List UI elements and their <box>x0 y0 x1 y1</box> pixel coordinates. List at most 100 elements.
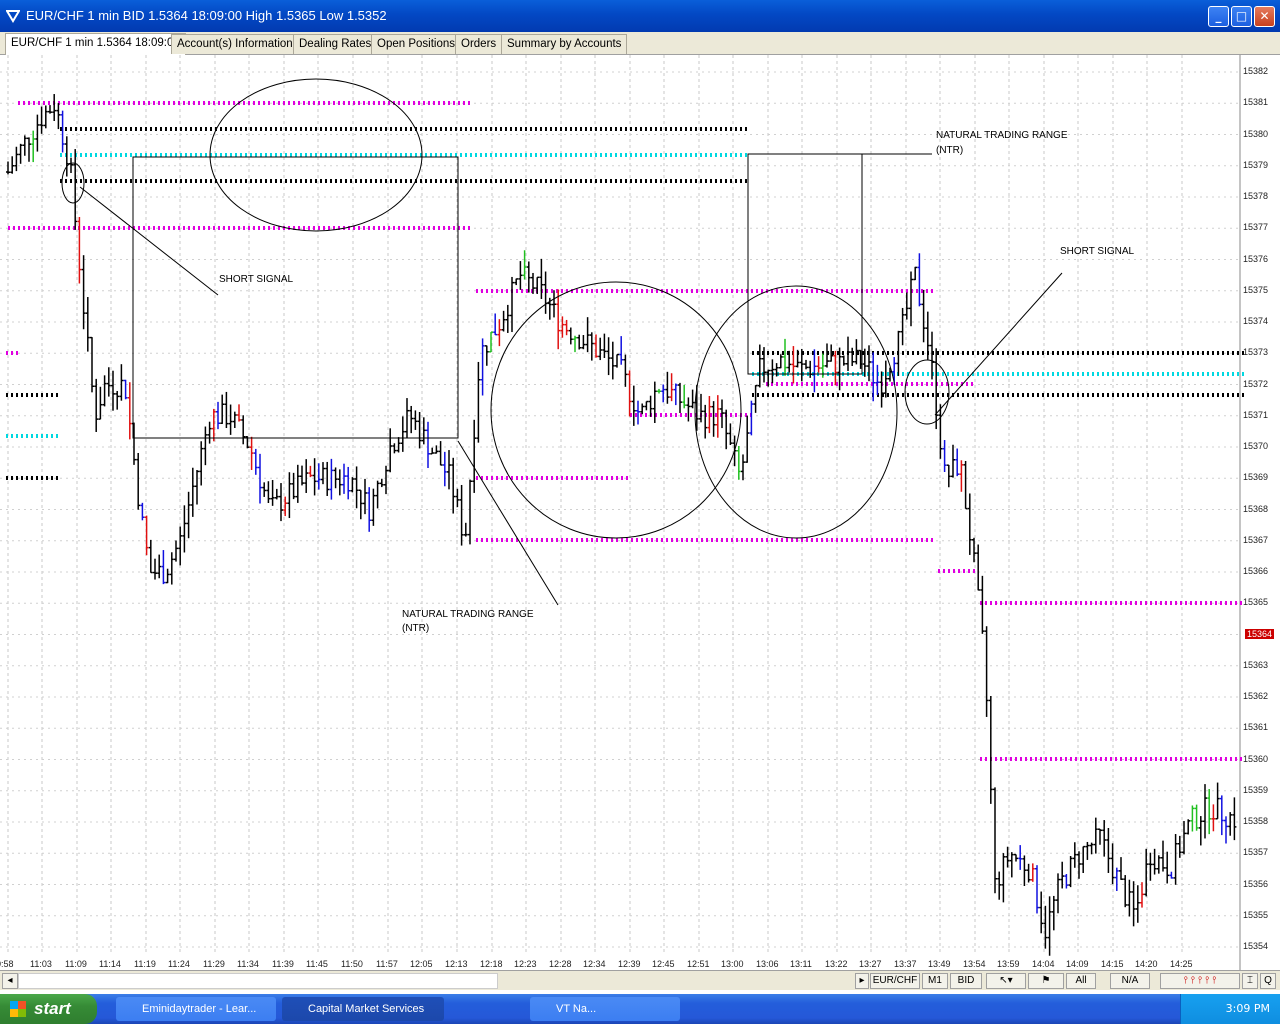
time-tick-label: 12:05 <box>410 959 433 969</box>
time-tick-label: 13:54 <box>963 959 986 969</box>
price-tick-label: 15381 <box>1242 97 1268 108</box>
price-tick-label: 15366 <box>1242 566 1268 576</box>
indicator-tools-icon[interactable]: ⫯ ⫯ ⫯ ⫯ ⫯ <box>1160 973 1240 989</box>
short-signal-label: SHORT SIGNAL <box>219 274 294 285</box>
tab-summary-by-accounts[interactable]: Summary by Accounts <box>501 34 628 54</box>
tab-chart[interactable]: EUR/CHF 1 min 1.5364 18:09:00 <box>5 33 186 55</box>
time-tick-label: 13:11 <box>790 959 812 969</box>
minimize-button[interactable]: _ <box>1208 6 1229 27</box>
time-tick-label: 11:24 <box>168 959 190 969</box>
time-tick-label: 14:04 <box>1032 959 1055 969</box>
taskbar: start Eminidaytrader - Lear... Capital M… <box>0 994 1280 1024</box>
price-tick-label: 15365 <box>1242 597 1268 608</box>
time-tick-label: 13:59 <box>997 959 1020 969</box>
time-tick-label: 14:20 <box>1135 959 1158 969</box>
price-tick-label: 15368 <box>1242 503 1268 514</box>
system-tray: 3:09 PM <box>1180 994 1280 1024</box>
time-tick-label: 14:15 <box>1101 959 1124 969</box>
windows-logo-icon <box>10 1001 26 1017</box>
price-tick-label: 15360 <box>1242 753 1268 764</box>
annotation-circle <box>490 281 742 539</box>
price-tick-label: 15377 <box>1242 222 1268 233</box>
time-tick-label: 11:09 <box>65 959 87 969</box>
ntr-box <box>132 156 459 439</box>
na-button[interactable]: N/A <box>1110 973 1150 989</box>
taskbar-item-capital-market[interactable]: Capital Market Services <box>282 997 444 1021</box>
taskbar-item-vt[interactable]: VT Na... <box>530 997 680 1021</box>
all-button[interactable]: All <box>1066 973 1096 989</box>
annotation-line <box>79 186 219 296</box>
time-tick-label: 11:03 <box>30 959 52 969</box>
price-tick-label: 15379 <box>1242 159 1268 170</box>
time-tick-label: 13:00 <box>721 959 744 969</box>
clock: 3:09 PM <box>1225 1002 1270 1015</box>
price-tick-label: 15361 <box>1242 722 1268 733</box>
cursor-tool-icon[interactable]: ↖▾ <box>986 973 1026 989</box>
price-tick-label: 15362 <box>1242 691 1268 701</box>
price-tick-label: 15354 <box>1242 941 1268 951</box>
annotation-circle <box>694 285 898 539</box>
time-tick-label: 14:25 <box>1170 959 1193 969</box>
tab-bar: EUR/CHF 1 min 1.5364 18:09:00 Account(s)… <box>0 32 1280 55</box>
price-tick-label: 15373 <box>1242 347 1268 358</box>
time-tick-label: 11:19 <box>134 959 156 969</box>
price-tick-label: 15371 <box>1242 409 1268 420</box>
time-tick-label: 13:27 <box>859 959 882 969</box>
chart-canvas[interactable]: SHORT SIGNAL SHORT SIGNAL NATURAL TRADING … <box>0 55 1280 970</box>
ntr-label: NATURAL TRADING RANGE <box>936 130 1068 141</box>
time-tick-label: 11:45 <box>306 959 328 969</box>
time-tick-label: 12:39 <box>618 959 641 969</box>
time-tick-label: 12:45 <box>652 959 675 969</box>
timeframe-button[interactable]: M1 <box>922 973 948 989</box>
price-tick-label: 15357 <box>1242 847 1268 858</box>
symbol-button[interactable]: EUR/CHF <box>870 973 920 989</box>
price-tick-label: 15355 <box>1242 909 1268 920</box>
time-tick-label: 12:34 <box>583 959 606 969</box>
app-logo-icon <box>6 10 20 23</box>
taskbar-item-browser[interactable]: Eminidaytrader - Lear... <box>116 997 276 1021</box>
time-tick-label: 12:13 <box>445 959 468 969</box>
window-title: EUR/CHF 1 min BID 1.5364 18:09:00 High 1… <box>26 8 387 23</box>
drawing-tool-icon[interactable]: ⚑ <box>1028 973 1064 989</box>
time-tick-label: 13:37 <box>894 959 917 969</box>
price-tick-label: 15356 <box>1242 878 1268 889</box>
start-button[interactable]: start <box>0 994 97 1024</box>
zoom-icon[interactable]: ⌶ <box>1242 973 1258 989</box>
time-tick-label: 0:58 <box>0 959 14 969</box>
tab-open-positions[interactable]: Open Positions <box>371 34 461 54</box>
ntr-label: NATURAL TRADING RANGE <box>402 609 534 620</box>
price-tick-label: 15358 <box>1242 816 1268 826</box>
price-tick-label: 15359 <box>1242 784 1268 795</box>
tab-accounts-information[interactable]: Account(s) Information <box>171 34 299 54</box>
time-tick-label: 11:34 <box>237 959 259 969</box>
tab-dealing-rates[interactable]: Dealing Rates <box>293 34 378 54</box>
bid-button[interactable]: BID <box>950 973 982 989</box>
scroll-right-icon[interactable]: ▸ <box>855 973 869 989</box>
price-tick-label: 15367 <box>1242 534 1268 545</box>
price-chart[interactable]: SHORT SIGNAL SHORT SIGNAL NATURAL TRADING … <box>0 55 1280 970</box>
price-tick-label: 15372 <box>1242 378 1268 389</box>
title-bar: EUR/CHF 1 min BID 1.5364 18:09:00 High 1… <box>0 0 1280 32</box>
time-tick-label: 11:57 <box>376 959 398 969</box>
close-button[interactable]: ✕ <box>1254 6 1275 27</box>
time-tick-label: 11:14 <box>99 959 121 969</box>
price-tick-label: 15376 <box>1242 253 1268 264</box>
horizontal-scrollbar[interactable] <box>18 973 498 989</box>
maximize-button[interactable]: □ <box>1231 6 1252 27</box>
time-tick-label: 13:22 <box>825 959 848 969</box>
price-tick-label: 15374 <box>1242 316 1268 326</box>
time-tick-label: 13:49 <box>928 959 951 969</box>
chart-toolbar: ◂ ▸ EUR/CHF M1 BID ↖▾ ⚑ All N/A ⫯ ⫯ ⫯ ⫯ … <box>0 970 1280 990</box>
time-tick-label: 12:28 <box>549 959 572 969</box>
ntr-label: (NTR) <box>402 623 429 634</box>
scroll-left-icon[interactable]: ◂ <box>2 973 18 989</box>
price-tick-label: 15382 <box>1242 66 1268 76</box>
annotation-line <box>457 440 559 606</box>
price-tick-label: 15369 <box>1242 472 1268 483</box>
short-signal-label: SHORT SIGNAL <box>1060 246 1135 257</box>
ntr-box <box>747 153 863 375</box>
price-tick-label: 15378 <box>1242 191 1268 201</box>
q-button[interactable]: Q <box>1260 973 1276 989</box>
tab-orders[interactable]: Orders <box>455 34 503 54</box>
price-tick-label: 15364 <box>1244 628 1274 639</box>
